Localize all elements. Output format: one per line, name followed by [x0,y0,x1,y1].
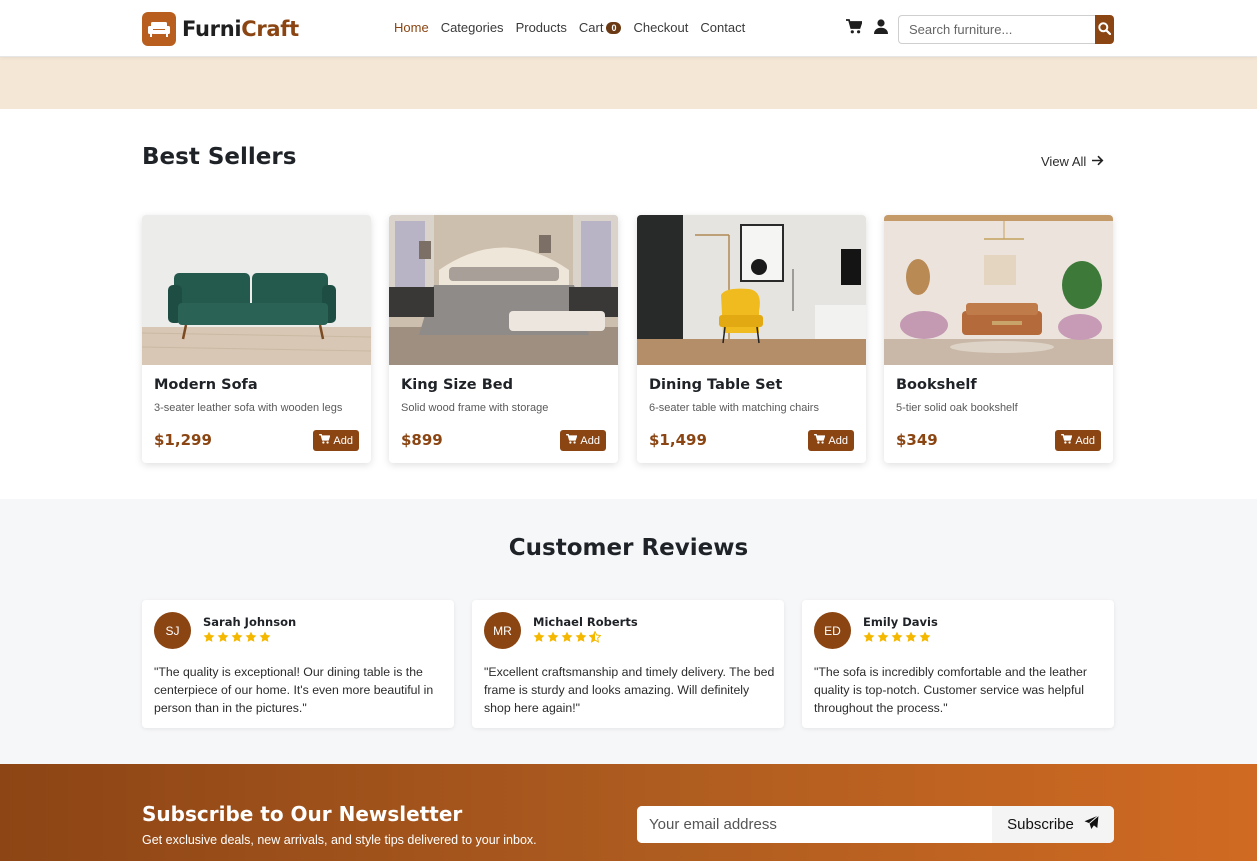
star-icon [231,630,243,648]
newsletter-form: Subscribe [637,806,1114,843]
cart-icon [319,434,331,447]
nav-link-cart-label: Cart [578,20,604,35]
product-image-chair [637,215,866,365]
brand[interactable]: FurniCraft [142,12,299,46]
product-image-sofa [142,215,371,365]
review-text: "Excellent craftsmanship and timely deli… [484,665,775,715]
product-image-bed [389,215,618,365]
product-desc: Solid wood frame with storage [401,402,549,414]
star-icon [259,630,271,648]
product-card[interactable]: Bookshelf 5-tier solid oak bookshelf $34… [884,215,1113,463]
product-card[interactable]: Dining Table Set 6-seater table with mat… [637,215,866,463]
product-card[interactable]: King Size Bed Solid wood frame with stor… [389,215,618,463]
view-all-link[interactable]: View All [1041,154,1104,169]
main-nav: Home Categories Products Cart 0 Checkout … [394,20,745,35]
newsletter-section: Subscribe to Our Newsletter Get exclusiv… [0,764,1257,861]
add-to-cart-button[interactable]: Add [560,430,606,451]
cart-icon [566,434,578,447]
add-to-cart-button[interactable]: Add [1055,430,1101,451]
star-icon [203,630,215,648]
star-icon [863,630,875,648]
paper-plane-icon [1084,815,1099,834]
star-icon [245,630,257,648]
nav-link-cart[interactable]: Cart 0 [579,20,622,35]
search-button[interactable] [1095,15,1114,44]
search-bar [898,15,1114,44]
add-to-cart-button[interactable]: Add [808,430,854,451]
add-label: Add [1075,434,1095,447]
hero-strip [0,57,1257,109]
product-image-living-room [884,215,1113,365]
nav-link-products[interactable]: Products [516,20,567,35]
nav-link-home[interactable]: Home [394,20,429,35]
cart-icon[interactable] [846,19,863,39]
star-rating [203,630,271,648]
add-label: Add [333,434,353,447]
cart-count-badge: 0 [606,22,622,34]
avatar: ED [814,612,851,649]
search-input[interactable] [898,15,1095,44]
avatar: SJ [154,612,191,649]
nav-link-categories[interactable]: Categories [441,20,504,35]
product-name: Modern Sofa [154,377,258,393]
best-sellers-title: Best Sellers [142,144,297,170]
navbar: FurniCraft Home Categories Products Cart… [0,0,1257,57]
nav-link-checkout[interactable]: Checkout [633,20,688,35]
email-field[interactable] [637,806,992,843]
star-rating [533,630,602,648]
star-icon [575,630,587,648]
star-icon [217,630,229,648]
add-label: Add [580,434,600,447]
product-name: Bookshelf [896,377,977,393]
reviewer-name: Sarah Johnson [203,615,297,629]
nav-icons [846,19,888,39]
review-text: "The quality is exceptional! Our dining … [154,665,434,715]
star-icon [905,630,917,648]
review-text: "The sofa is incredibly comfortable and … [814,665,1087,715]
subscribe-button[interactable]: Subscribe [992,806,1114,843]
review-card: SJ Sarah Johnson "The quality is excepti… [142,600,454,728]
add-to-cart-button[interactable]: Add [313,430,359,451]
product-price: $1,299 [154,431,212,449]
reviewer-name: Emily Davis [863,615,938,629]
product-price: $349 [896,431,938,449]
cart-icon [1061,434,1073,447]
star-icon [877,630,889,648]
review-card: ED Emily Davis "The sofa is incredibly c… [802,600,1114,728]
arrow-right-icon [1092,154,1104,169]
star-icon [533,630,545,648]
newsletter-title: Subscribe to Our Newsletter [142,802,463,826]
product-price: $1,499 [649,431,707,449]
user-icon[interactable] [874,19,888,39]
newsletter-subtitle: Get exclusive deals, new arrivals, and s… [142,833,537,847]
product-desc: 6-seater table with matching chairs [649,402,819,414]
search-icon [1098,21,1112,38]
reviewer-name: Michael Roberts [533,615,638,629]
product-name: King Size Bed [401,377,513,393]
cart-icon [814,434,826,447]
sofa-logo-icon [142,12,176,46]
star-icon [919,630,931,648]
review-card: MR Michael Roberts "Excellent craftsmans… [472,600,784,728]
nav-link-contact[interactable]: Contact [700,20,745,35]
reviews-title: Customer Reviews [508,535,749,561]
product-desc: 5-tier solid oak bookshelf [896,402,1018,414]
brand-name: FurniCraft [182,17,299,41]
star-icon [891,630,903,648]
view-all-label: View All [1041,154,1087,169]
half-star-icon [588,630,602,648]
star-rating [863,630,931,648]
star-icon [561,630,573,648]
product-name: Dining Table Set [649,377,783,393]
add-label: Add [828,434,848,447]
product-desc: 3-seater leather sofa with wooden legs [154,402,343,414]
product-price: $899 [401,431,443,449]
star-icon [547,630,559,648]
product-card[interactable]: Modern Sofa 3-seater leather sofa with w… [142,215,371,463]
subscribe-label: Subscribe [1007,816,1074,833]
avatar: MR [484,612,521,649]
